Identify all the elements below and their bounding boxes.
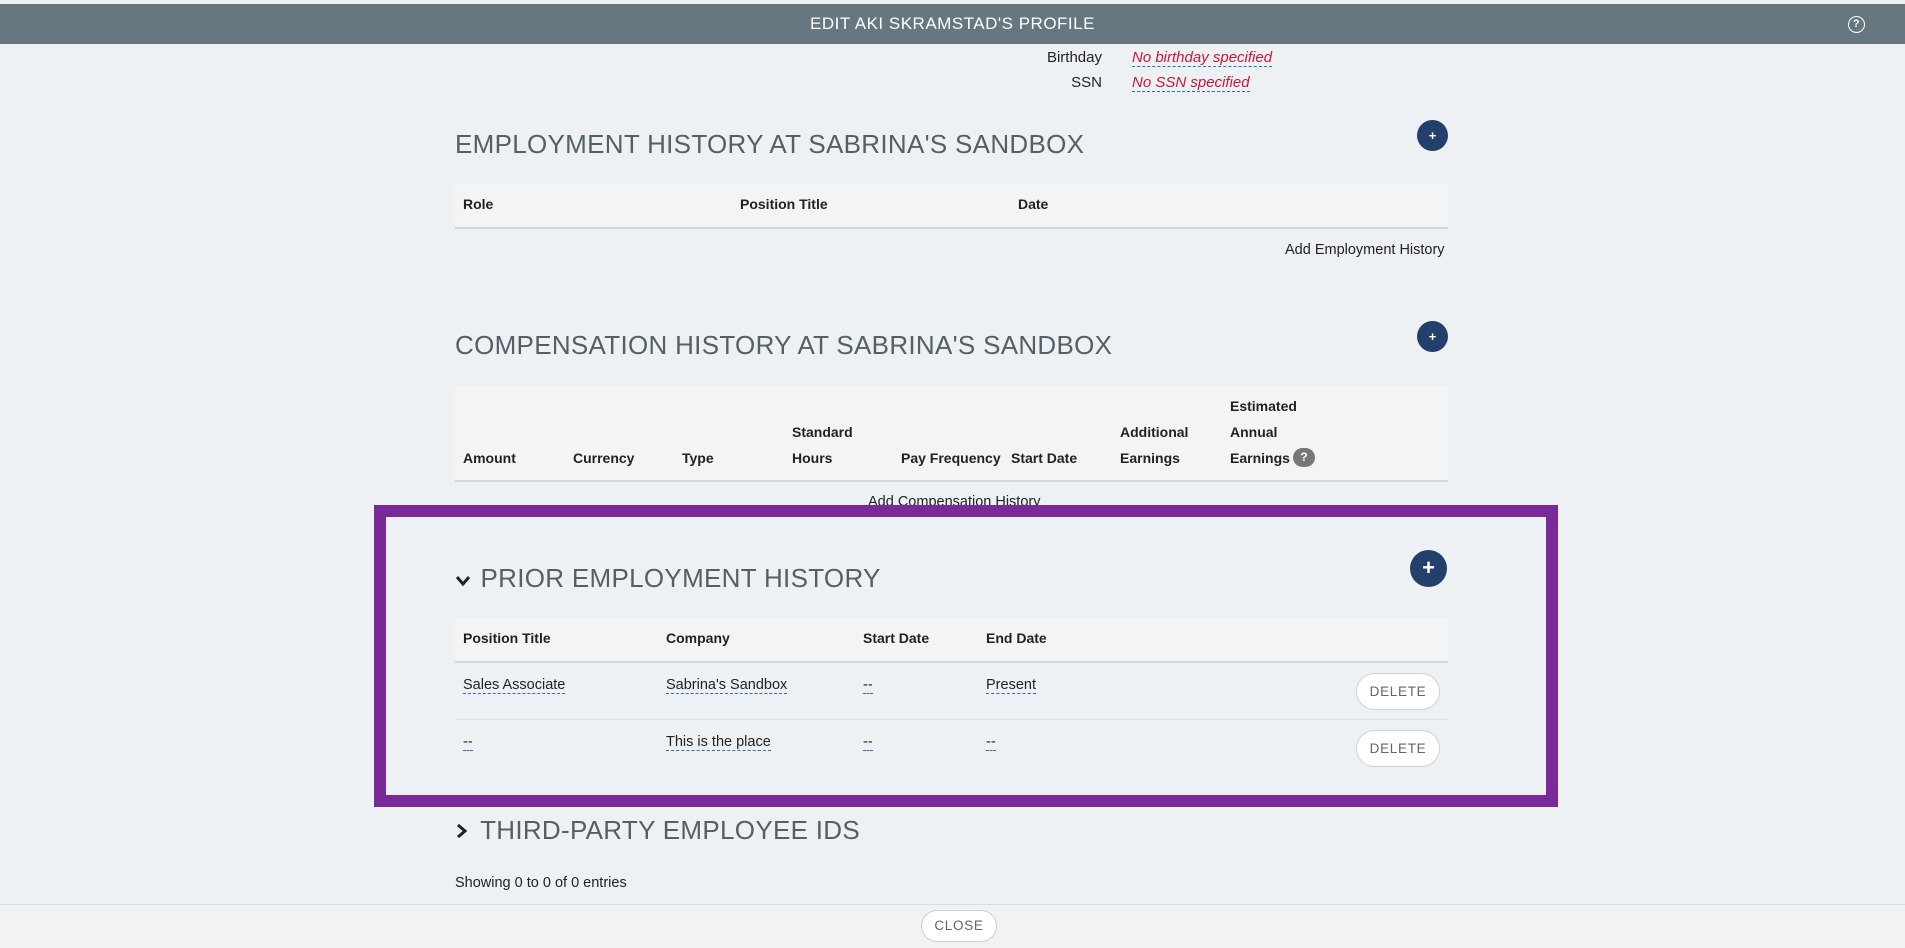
company-cell[interactable]: Sabrina's Sandbox [666, 677, 788, 694]
start-date-cell[interactable]: -- [863, 734, 873, 751]
third-party-title-row[interactable]: THIRD-PARTY EMPLOYEE IDS [455, 815, 860, 846]
compensation-history-title: COMPENSATION HISTORY AT SABRINA'S SANDBO… [455, 330, 1113, 360]
employment-table-header: Role Position Title Date [455, 184, 1448, 229]
column-header: Role [463, 196, 494, 212]
company-cell[interactable]: This is the place [666, 734, 771, 751]
column-header: Position Title [740, 196, 828, 212]
column-header: Estimated [1230, 398, 1297, 414]
delete-button[interactable]: DELETE [1356, 673, 1440, 710]
column-header: Pay Frequency [901, 450, 1001, 466]
add-prior-employment-button[interactable]: + [1410, 550, 1447, 587]
ssn-label: SSN [1071, 74, 1102, 91]
position-title-cell[interactable]: Sales Associate [463, 677, 566, 694]
add-compensation-button[interactable]: + [1417, 321, 1448, 352]
column-header: Start Date [863, 630, 930, 646]
modal-title: EDIT AKI SKRAMSTAD'S PROFILE [810, 14, 1095, 33]
column-header: Type [682, 450, 714, 466]
end-date-cell[interactable]: Present [986, 677, 1036, 694]
question-circle-icon[interactable]: ? [1848, 16, 1865, 33]
column-header: Standard [792, 424, 853, 440]
prior-employment-title-row[interactable]: PRIOR EMPLOYMENT HISTORY [455, 563, 881, 594]
column-header: Position Title [463, 630, 551, 646]
modal-header: EDIT AKI SKRAMSTAD'S PROFILE ? [0, 4, 1905, 44]
modal-footer: CLOSE [0, 904, 1905, 948]
column-header: Additional [1120, 424, 1189, 440]
chevron-right-icon [455, 823, 473, 844]
chevron-down-icon [455, 571, 473, 592]
end-date-cell[interactable]: -- [986, 734, 996, 751]
column-header: Earnings [1120, 450, 1180, 466]
prior-employment-title: PRIOR EMPLOYMENT HISTORY [480, 563, 881, 593]
column-header: Earnings [1230, 450, 1290, 466]
birthday-label: Birthday [1046, 49, 1102, 66]
ssn-value[interactable]: No SSN specified [1132, 75, 1250, 92]
add-employment-button[interactable]: + [1417, 120, 1448, 151]
table-row: Sales Associate Sabrina's Sandbox -- Pre… [455, 663, 1448, 720]
delete-button[interactable]: DELETE [1356, 730, 1440, 767]
entries-info: Showing 0 to 0 of 0 entries [455, 875, 627, 891]
column-header: Currency [573, 450, 635, 466]
compensation-table-header: Amount Currency Type Standard Hours Pay … [455, 386, 1448, 482]
column-header: Date [1018, 196, 1049, 212]
third-party-title: THIRD-PARTY EMPLOYEE IDS [480, 815, 861, 845]
column-header: Annual [1230, 424, 1278, 440]
employment-history-title: EMPLOYMENT HISTORY AT SABRINA'S SANDBOX [455, 129, 1085, 159]
column-header: Hours [792, 450, 833, 466]
add-employment-history-link[interactable]: Add Employment History [1285, 242, 1445, 258]
info-icon[interactable]: ? [1293, 448, 1315, 467]
birthday-value[interactable]: No birthday specified [1132, 50, 1273, 67]
start-date-cell[interactable]: -- [863, 677, 873, 694]
column-header: Amount [463, 450, 516, 466]
column-header: End Date [986, 630, 1047, 646]
close-button[interactable]: CLOSE [921, 910, 997, 942]
column-header: Company [666, 630, 730, 646]
table-row: -- This is the place -- -- DELETE [455, 720, 1448, 777]
position-title-cell[interactable]: -- [463, 734, 473, 751]
prior-employment-table-header: Position Title Company Start Date End Da… [455, 618, 1448, 663]
column-header: Start Date [1011, 450, 1078, 466]
